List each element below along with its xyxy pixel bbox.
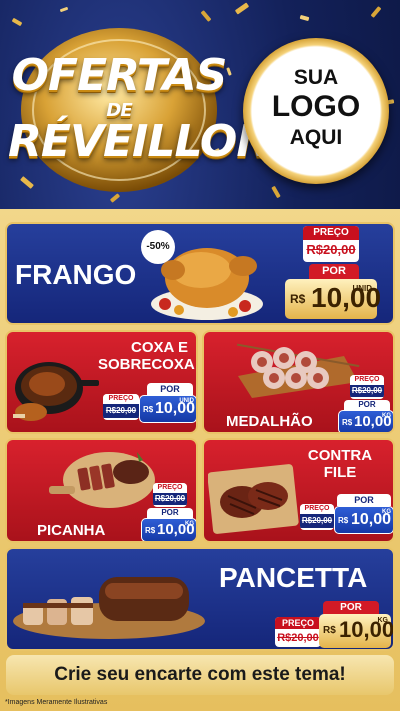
header: OFERTAS DE RÉVEILLON SUA LOGO AQUI [0, 0, 400, 215]
currency: R$ [290, 292, 306, 306]
por-label: POR [323, 601, 379, 615]
discount-badge: -50% [141, 230, 175, 264]
new-price-tag: R$ 10,00 KG [338, 410, 393, 432]
confetti [299, 14, 310, 22]
old-price-tag: PREÇO R$20,00 [103, 394, 139, 420]
new-price-tag: R$ 10,00 UNID [285, 279, 381, 319]
por-label: POR [337, 494, 391, 506]
por-label: POR [344, 400, 390, 410]
product-name: PICANHA [37, 522, 106, 539]
product-card-medalhao[interactable]: PREÇO R$20,00 POR MEDALHÃO R$ 10,00 KG [202, 330, 395, 434]
new-price-tag: R$ 10,00 KG [141, 518, 196, 541]
old-price-value: R$20,00 [350, 385, 384, 397]
old-price-label: PREÇO [303, 226, 359, 240]
logo-line-1: SUA [293, 66, 339, 89]
old-price-tag: PREÇO R$20,00 [275, 617, 321, 647]
product-name: COXA E SOBRECOXA [98, 339, 195, 373]
old-price-label: PREÇO [153, 483, 187, 493]
currency: R$ [323, 625, 336, 636]
confetti [234, 2, 250, 15]
currency: R$ [338, 516, 349, 525]
medallion-skewers-icon [236, 343, 360, 398]
product-card-picanha[interactable]: PREÇO R$20,00 POR PICANHA R$ 10,00 KG [5, 438, 198, 543]
old-price-value: R$20,00 [153, 493, 187, 505]
old-price-value: R$20,00 [306, 242, 356, 257]
confetti [59, 6, 69, 13]
logo-placeholder[interactable]: SUA LOGO AQUI [243, 38, 389, 184]
picanha-board-icon [49, 452, 155, 508]
new-price-tag: R$ 10,00 KG [319, 614, 393, 648]
product-card-pancetta[interactable]: PANCETTA POR PREÇO R$20,00 R$ 10,00 KG [5, 547, 395, 651]
product-name: PANCETTA [219, 562, 368, 593]
product-name: MEDALHÃO [226, 413, 313, 430]
currency: R$ [143, 405, 154, 414]
unit-label: UNID [352, 284, 372, 293]
title-badge: OFERTAS DE RÉVEILLON [8, 18, 273, 196]
cta-banner[interactable]: Crie seu encarte com este tema! [6, 655, 394, 695]
chicken-pan-icon [13, 362, 99, 421]
por-label: POR [147, 383, 193, 395]
confetti [271, 185, 281, 199]
product-card-frango[interactable]: FRANGO -50% PREÇO R$20,00 POR R$ 10,00 U… [5, 222, 395, 325]
product-name: CONTRA FILE [307, 447, 373, 481]
por-label: POR [147, 508, 193, 518]
product-card-contra-file[interactable]: CONTRA FILE POR PREÇO R$20,00 R$ 10,00 K… [202, 438, 395, 543]
old-price-tag: PREÇO R$20,00 [350, 375, 384, 399]
old-price-tag: PREÇO R$20,00 [303, 226, 359, 262]
contra-file-steaks-icon [208, 464, 299, 534]
new-price-tag: R$ 10,00 KG [334, 506, 393, 534]
confetti [370, 6, 382, 18]
old-price-label: PREÇO [275, 617, 321, 629]
unit-label: KG [377, 617, 389, 624]
product-name: FRANGO [15, 259, 137, 290]
old-price-value: R$20,00 [277, 632, 319, 644]
old-price-value: R$20,00 [300, 514, 334, 528]
logo-line-2: LOGO [271, 90, 361, 123]
currency: R$ [342, 418, 353, 427]
logo-line-3: AQUI [289, 126, 343, 149]
disclaimer: *Imagens Meramente Ilustrativas [5, 699, 108, 706]
product-card-coxa[interactable]: COXA E SOBRECOXA POR PREÇO R$20,00 R$ 10… [5, 330, 198, 434]
por-label: POR [309, 264, 359, 279]
old-price-tag: PREÇO R$20,00 [153, 483, 187, 507]
pancetta-board-icon [13, 577, 205, 639]
unit-label: UNID [179, 398, 194, 404]
old-price-label: PREÇO [103, 394, 139, 404]
flyer-page: OFERTAS DE RÉVEILLON SUA LOGO AQUI FRANG… [0, 0, 400, 711]
unit-label: KG [382, 509, 391, 515]
new-price-tag: R$ 10,00 UNID [139, 395, 196, 423]
unit-label: KG [185, 521, 194, 527]
old-price-value: R$20,00 [103, 404, 139, 418]
unit-label: KG [382, 413, 391, 419]
old-price-label: PREÇO [350, 375, 384, 385]
title-reveillon: RÉVEILLON [8, 116, 273, 167]
currency: R$ [145, 526, 156, 535]
old-price-tag: PREÇO R$20,00 [300, 504, 334, 530]
old-price-label: PREÇO [300, 504, 334, 514]
title-ofertas: OFERTAS [11, 50, 228, 101]
